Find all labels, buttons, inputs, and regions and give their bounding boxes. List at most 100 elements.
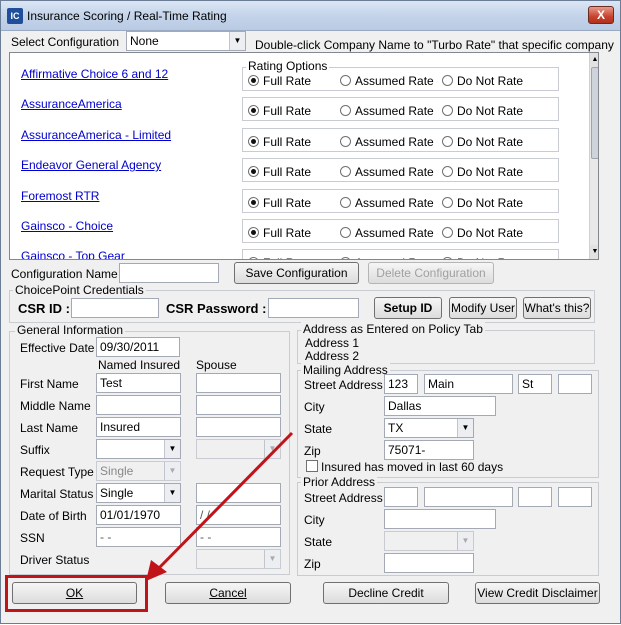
suffix-label: Suffix: [20, 443, 50, 457]
company-link[interactable]: AssuranceAmerica: [21, 97, 122, 111]
spouse-driver-status-select[interactable]: ▼: [196, 549, 281, 569]
radio-none-rate[interactable]: [442, 135, 453, 147]
decline-credit-button[interactable]: Decline Credit: [323, 582, 449, 604]
scroll-down-icon[interactable]: ▼: [590, 245, 598, 259]
radio-assumed-rate[interactable]: [340, 227, 351, 238]
radio-full-rate[interactable]: [248, 75, 259, 86]
marital-status-label: Marital Status: [20, 487, 94, 501]
radio-none-rate[interactable]: [442, 227, 453, 238]
prior-state-label: State: [304, 535, 333, 549]
csr-password-input[interactable]: [268, 298, 359, 318]
configuration-name-input[interactable]: [119, 263, 219, 283]
suffix-select[interactable]: ▼: [96, 439, 181, 459]
modify-user-button[interactable]: Modify User: [449, 297, 517, 319]
policy-address-line1: Address 1: [305, 336, 360, 350]
date-of-birth-input[interactable]: 01/01/1970: [96, 505, 181, 525]
spouse-first-name-input[interactable]: [196, 373, 281, 393]
marital-status-value: Single: [100, 486, 134, 500]
radio-assumed-rate[interactable]: [340, 196, 351, 208]
effective-date-label: Effective Date: [20, 341, 95, 355]
prior-city-input[interactable]: [384, 509, 496, 529]
prior-zip-input[interactable]: [384, 553, 474, 573]
company-link[interactable]: Affirmative Choice 6 and 12: [21, 67, 168, 81]
mailing-street-number-input[interactable]: 123: [384, 374, 418, 394]
radio-none-rate[interactable]: [442, 196, 453, 208]
cancel-button[interactable]: Cancel: [165, 582, 291, 604]
scroll-thumb[interactable]: [591, 67, 598, 159]
radio-none-label: Do Not Rate: [457, 256, 523, 259]
radio-full-rate[interactable]: [248, 257, 259, 259]
mailing-street-name-input[interactable]: Main: [424, 374, 513, 394]
policy-address-title: Address as Entered on Policy Tab: [301, 322, 485, 336]
spouse-marital-status-input[interactable]: [196, 483, 281, 503]
chevron-down-icon: ▼: [457, 419, 473, 437]
mailing-street-type-input[interactable]: St: [518, 374, 552, 394]
setup-id-button[interactable]: Setup ID: [374, 297, 442, 319]
mailing-city-label: City: [304, 400, 325, 414]
mailing-state-select[interactable]: TX ▼: [384, 418, 474, 438]
policy-address-line2: Address 2: [305, 349, 360, 363]
whats-this-button[interactable]: What's this?: [523, 297, 591, 319]
company-link[interactable]: Foremost RTR: [21, 189, 99, 203]
driver-status-label: Driver Status: [20, 553, 90, 567]
middle-name-label: Middle Name: [20, 399, 91, 413]
configuration-name-label: Configuration Name: [11, 267, 118, 281]
prior-state-select[interactable]: ▼: [384, 531, 474, 551]
ssn-input[interactable]: - -: [96, 527, 181, 547]
turbo-rate-hint: Double-click Company Name to "Turbo Rate…: [255, 38, 614, 52]
spouse-date-of-birth-input[interactable]: / /: [196, 505, 281, 525]
radio-assumed-rate[interactable]: [340, 75, 351, 86]
save-configuration-button[interactable]: Save Configuration: [234, 262, 359, 284]
spouse-ssn-input[interactable]: - -: [196, 527, 281, 547]
general-information-title: General Information: [15, 323, 126, 337]
csr-id-label: CSR ID :: [18, 301, 70, 316]
moved-recently-checkbox[interactable]: [306, 460, 318, 472]
spouse-middle-name-input[interactable]: [196, 395, 281, 415]
request-type-select[interactable]: Single ▼: [96, 461, 181, 481]
radio-assumed-rate[interactable]: [340, 257, 351, 259]
radio-none-rate[interactable]: [442, 75, 453, 86]
radio-full-rate[interactable]: [248, 135, 259, 147]
company-link[interactable]: AssuranceAmerica - Limited: [21, 128, 171, 142]
chevron-down-icon: ▼: [264, 550, 280, 568]
company-link[interactable]: Endeavor General Agency: [21, 158, 161, 172]
delete-configuration-button[interactable]: Delete Configuration: [368, 262, 494, 284]
radio-full-rate[interactable]: [248, 196, 259, 208]
mailing-city-input[interactable]: Dallas: [384, 396, 496, 416]
view-credit-disclaimer-button[interactable]: View Credit Disclaimer: [475, 582, 600, 604]
mailing-zip-input[interactable]: 75071-: [384, 440, 474, 460]
first-name-label: First Name: [20, 377, 79, 391]
annotation-highlight-box: [5, 575, 148, 612]
rating-list-scrollbar[interactable]: ▲ ▼: [589, 53, 598, 259]
last-name-input[interactable]: Insured: [96, 417, 181, 437]
radio-full-label: Full Rate: [263, 74, 312, 88]
scroll-up-icon[interactable]: ▲: [590, 53, 598, 67]
csr-id-input[interactable]: [71, 298, 159, 318]
close-icon[interactable]: X: [588, 6, 614, 24]
prior-street-unit-input[interactable]: [558, 487, 592, 507]
effective-date-input[interactable]: 09/30/2011: [96, 337, 180, 357]
radio-full-rate[interactable]: [248, 227, 259, 238]
date-of-birth-label: Date of Birth: [20, 509, 87, 523]
company-link[interactable]: Gainsco - Top Gear: [21, 249, 125, 259]
prior-street-type-input[interactable]: [518, 487, 552, 507]
select-configuration-label: Select Configuration: [11, 35, 120, 49]
spouse-suffix-select[interactable]: ▼: [196, 439, 281, 459]
company-link[interactable]: Gainsco - Choice: [21, 219, 113, 233]
radio-none-rate[interactable]: [442, 257, 453, 259]
chevron-down-icon: ▼: [229, 32, 245, 50]
first-name-input[interactable]: Test: [96, 373, 181, 393]
radio-full-label: Full Rate: [263, 256, 311, 259]
mailing-street-unit-input[interactable]: [558, 374, 592, 394]
configuration-select[interactable]: None ▼: [126, 31, 246, 51]
middle-name-input[interactable]: [96, 395, 181, 415]
radio-assumed-rate[interactable]: [340, 135, 351, 147]
mailing-street-label: Street Address: [304, 378, 383, 392]
prior-street-name-input[interactable]: [424, 487, 513, 507]
decline-credit-button-label: Decline Credit: [348, 586, 424, 600]
marital-status-select[interactable]: Single ▼: [96, 483, 181, 503]
prior-street-number-input[interactable]: [384, 487, 418, 507]
company-row: AssuranceAmerica - Limited Full Rate Assum…: [10, 124, 588, 154]
company-rating-list[interactable]: Affirmative Choice 6 and 12 Rating Option…: [9, 52, 599, 260]
spouse-last-name-input[interactable]: [196, 417, 281, 437]
